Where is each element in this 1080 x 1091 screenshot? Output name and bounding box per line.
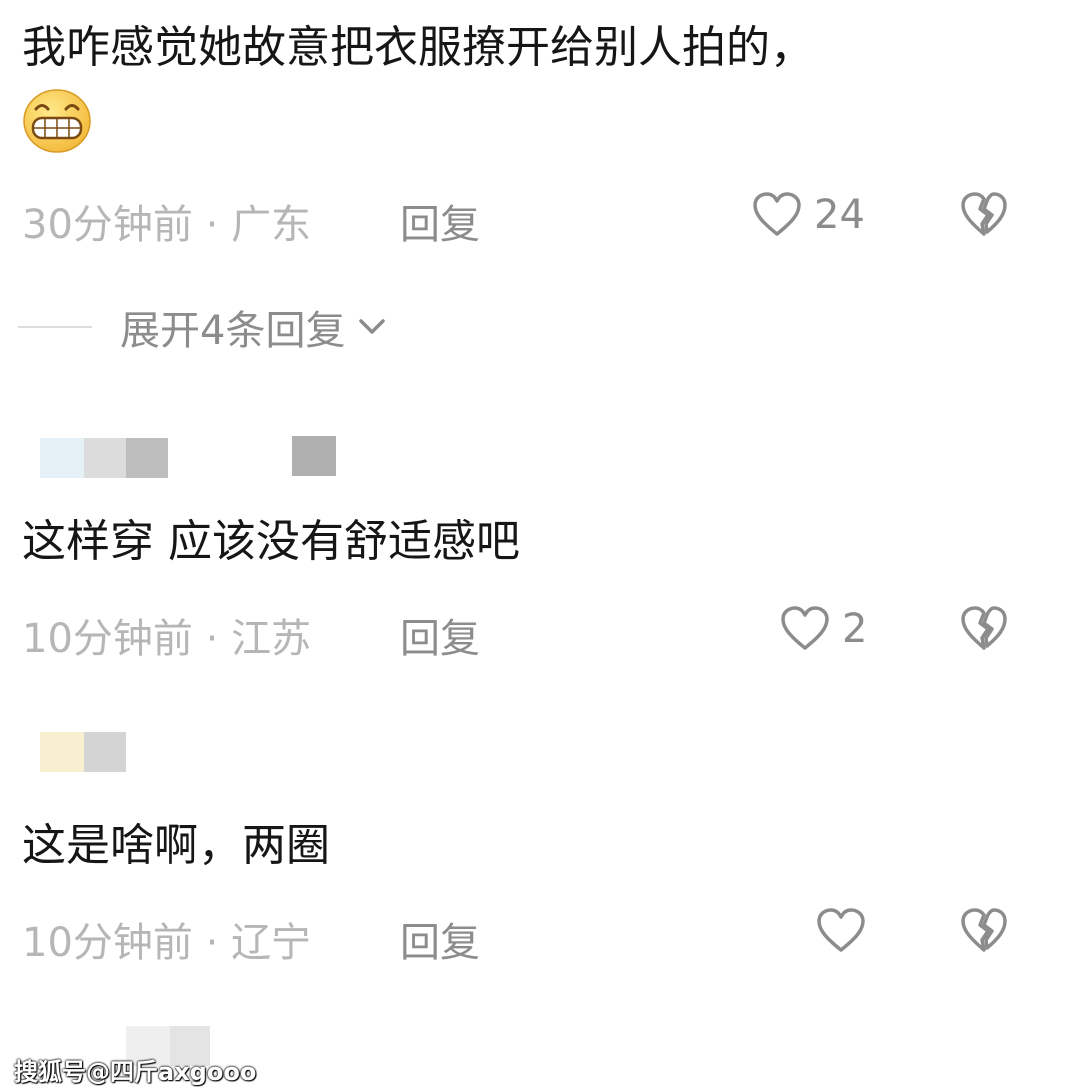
comment-3-meta: 10分钟前 · 辽宁: [22, 910, 311, 968]
expand-replies-label: 展开4条回复: [120, 308, 346, 354]
badge-blurred: [292, 436, 336, 476]
watermark: 搜狐号@四斤axgooo: [14, 1058, 257, 1086]
username-blurred[interactable]: [126, 438, 168, 478]
username-blurred[interactable]: [84, 732, 126, 772]
heart-outline-icon[interactable]: [816, 908, 866, 954]
broken-heart-icon[interactable]: [960, 192, 1008, 238]
meta-separator: ·: [205, 202, 219, 248]
comment-1-text: 我咋感觉她故意把衣服撩开给别人拍的，: [22, 22, 814, 73]
expand-divider: [18, 326, 92, 328]
comment-2-text: 这样穿 应该没有舒适感吧: [22, 516, 520, 567]
meta-separator: ·: [205, 920, 219, 966]
avatar-blurred[interactable]: [40, 732, 84, 772]
comment-2-location: 江苏: [231, 616, 312, 662]
comment-2-reply-button[interactable]: 回复: [400, 606, 480, 664]
username-blurred[interactable]: [84, 438, 126, 478]
comment-3-reply-button[interactable]: 回复: [400, 910, 480, 968]
comment-2-meta: 10分钟前 · 江苏: [22, 606, 311, 664]
avatar-blurred[interactable]: [40, 438, 84, 478]
comment-1-meta: 30分钟前 · 广东: [22, 192, 311, 250]
comment-1-reply-button[interactable]: 回复: [400, 192, 480, 250]
comment-1-time: 30分钟前: [22, 202, 193, 248]
chevron-down-icon: [357, 317, 387, 337]
expand-replies-button[interactable]: 展开4条回复: [18, 298, 387, 356]
comment-2-like-count: 2: [842, 606, 868, 652]
comment-3-location: 辽宁: [231, 920, 312, 966]
comment-3-time: 10分钟前: [22, 920, 193, 966]
comment-3-text: 这是啥啊，两圈: [22, 820, 330, 871]
heart-outline-icon[interactable]: [752, 192, 802, 238]
meta-separator: ·: [205, 616, 219, 662]
broken-heart-icon[interactable]: [960, 606, 1008, 652]
heart-outline-icon[interactable]: [780, 606, 830, 652]
comment-1-like-count: 24: [814, 192, 865, 238]
grinning-emoji-icon: [22, 88, 92, 154]
comment-1-location: 广东: [231, 202, 312, 248]
comment-2-time: 10分钟前: [22, 616, 193, 662]
broken-heart-icon[interactable]: [960, 908, 1008, 954]
